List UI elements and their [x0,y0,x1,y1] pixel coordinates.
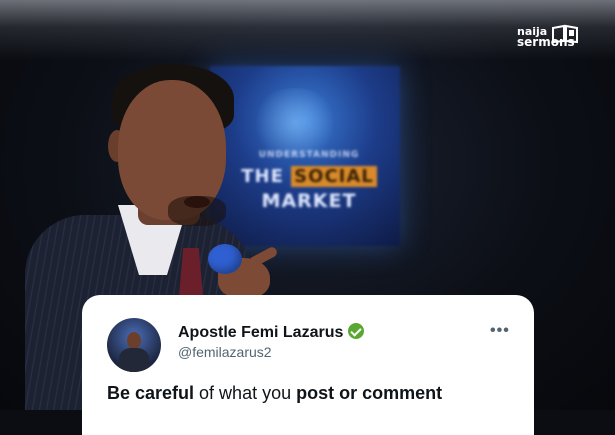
verified-badge-icon [348,323,365,339]
screen-glow [250,88,340,158]
author-name-row[interactable]: Apostle Femi Lazarus [178,323,365,342]
author-avatar[interactable] [107,318,161,372]
screen-text-line1: UNDERSTANDING [258,150,360,160]
more-options-icon[interactable]: ••• [490,322,510,340]
microphone [208,244,242,274]
screen-text-line3: MARKET [261,190,357,212]
avatar-body [119,348,149,372]
author-handle[interactable]: @femilazarus2 [178,344,272,360]
screen-text-line2: THE SOCIAL [224,166,394,187]
speaker-mouth [184,196,210,208]
avatar-head [127,332,141,349]
author-name[interactable]: Apostle Femi Lazarus [178,324,343,341]
post-text: Be careful of what you post or comment [107,383,443,403]
book-icon [552,24,578,44]
